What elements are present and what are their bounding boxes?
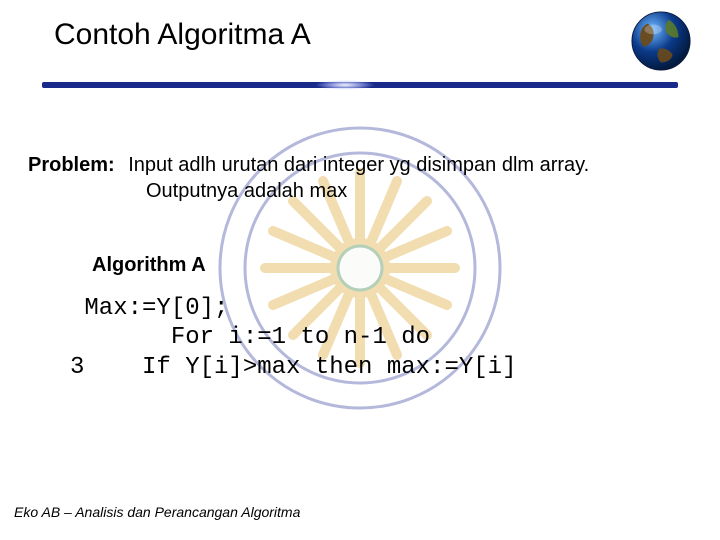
globe-icon [630, 10, 692, 72]
code-line: For i:=1 to n-1 do [70, 324, 430, 351]
title-divider [42, 82, 678, 92]
problem-text-line-2: Outputnya adalah max [146, 178, 700, 204]
code-line: 3 If Y[i]>max then max:=Y[i] [70, 354, 516, 381]
code-block: Max:=Y[0]; For i:=1 to n-1 do 3 If Y[i]>… [70, 294, 700, 382]
problem-block: Problem: Input adlh urutan dari integer … [28, 152, 700, 204]
slide-title: Contoh Algoritma A [54, 18, 311, 52]
code-line: Max:=Y[0]; [70, 295, 228, 322]
footer-text: Eko AB – Analisis dan Perancangan Algori… [14, 504, 300, 520]
problem-text-line-1: Input adlh urutan dari integer yg disimp… [128, 154, 589, 176]
algorithm-heading: Algorithm A [92, 254, 206, 277]
problem-label: Problem: [28, 154, 115, 176]
slide-root: Contoh Algoritma A [0, 0, 720, 540]
